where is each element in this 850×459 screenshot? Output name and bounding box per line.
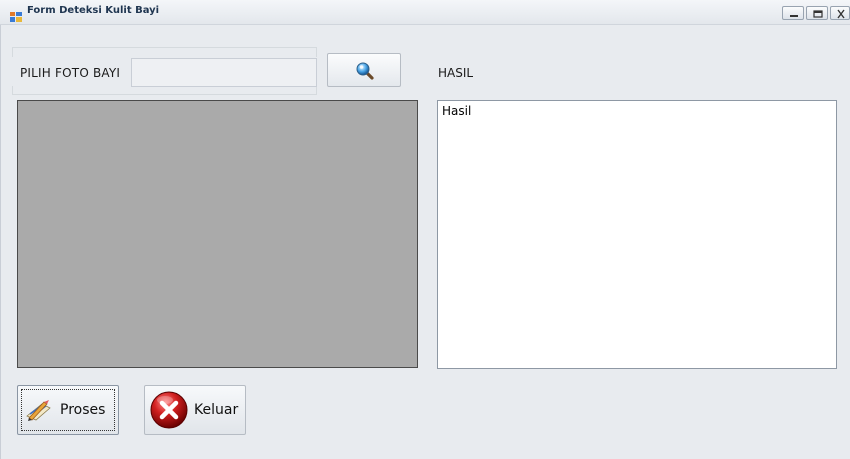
browse-button[interactable] <box>327 53 401 87</box>
window-title: Form Deteksi Kulit Bayi <box>27 5 160 16</box>
maximize-icon <box>813 10 823 18</box>
keluar-button[interactable]: Keluar <box>144 385 246 435</box>
maximize-button[interactable] <box>806 6 828 20</box>
minimize-button[interactable] <box>782 6 804 20</box>
photo-preview <box>17 100 418 368</box>
magnifier-icon <box>356 62 374 80</box>
pencil-paper-icon <box>26 400 51 421</box>
pilih-foto-label: PILIH FOTO BAYI <box>20 66 121 80</box>
main-window: Form Deteksi Kulit Bayi PILIH FOTO BAYI <box>0 0 850 459</box>
proses-button[interactable]: Proses <box>17 385 119 435</box>
group-bevel-bottom <box>12 86 317 95</box>
close-button[interactable] <box>830 6 850 20</box>
close-icon <box>837 9 845 19</box>
hasil-label: HASIL <box>438 66 474 80</box>
group-bevel-top <box>12 47 317 57</box>
result-textbox[interactable]: Hasil <box>437 100 837 369</box>
file-path-input[interactable] <box>131 58 317 87</box>
keluar-button-label: Keluar <box>194 402 239 418</box>
form-icon <box>10 7 22 22</box>
proses-button-label: Proses <box>60 402 106 418</box>
minimize-icon <box>790 15 798 17</box>
red-x-circle-icon <box>150 391 188 429</box>
window-left-border <box>0 25 6 459</box>
title-bar[interactable]: Form Deteksi Kulit Bayi <box>0 0 850 25</box>
